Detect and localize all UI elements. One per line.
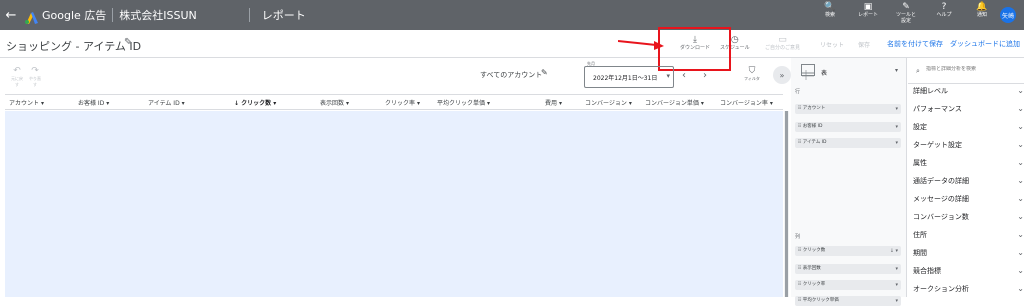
table-body[interactable] [5, 111, 783, 297]
undo-icon: ↶ [13, 66, 21, 76]
redo-icon: ↷ [31, 66, 39, 76]
google-ads-logo-icon [24, 9, 38, 24]
category-performance[interactable]: パフォーマンス ⌄ [913, 104, 1024, 122]
category-detail-level[interactable]: 詳細レベル ⌄ [913, 86, 1024, 104]
column-chip-impressions[interactable]: ⠿ 表示回数 ▾ [795, 264, 901, 274]
report-toolbar: ↶ 元に戻す ↷ やり直す すべてのアカウント ✎ 先月 2022年12月1日～… [0, 58, 790, 94]
column-header-customer-id[interactable]: お客様 ID ▾ [78, 98, 109, 107]
all-accounts-label[interactable]: すべてのアカウント [480, 70, 542, 80]
filter-label: フィルタ [744, 76, 760, 81]
next-period-chevron-icon[interactable]: › [703, 70, 707, 81]
feedback-label: ご自分のご意見 [765, 45, 801, 51]
columns-section-label: 列 [795, 234, 801, 240]
edit-title-pencil-icon[interactable]: ✎ [124, 37, 132, 48]
column-chip-ctr[interactable]: ⠿ クリック率 ▾ [795, 280, 901, 290]
tools-settings-button[interactable]: ✎ ツールと 設定 [892, 2, 920, 24]
chart-type-value[interactable]: 表 [821, 68, 827, 77]
table-scrollbar[interactable] [784, 111, 789, 297]
divider [248, 8, 250, 22]
column-header-account[interactable]: アカウント ▾ [9, 98, 44, 107]
row-chip-item-id[interactable]: ⠿ アイテム ID ▾ [795, 138, 901, 148]
top-bar: ← Google 広告 株式会社ISSUN レポート 🔍 検索 ▣ レポート ✎… [0, 0, 1024, 30]
reports-title: レポート [261, 9, 306, 22]
category-auction-insights[interactable]: オークション分析 ⌄ [913, 284, 1024, 302]
tools-settings-label: ツールと 設定 [895, 12, 916, 24]
column-header-ctr[interactable]: クリック率 ▾ [385, 98, 420, 107]
notifications-button[interactable]: 🔔 通知 [968, 2, 996, 24]
column-header-cost-per-conversion[interactable]: コンバージョン単価 ▾ [645, 98, 704, 107]
avatar[interactable]: 矢崎 [1000, 7, 1016, 23]
help-button[interactable]: ? ヘルプ [930, 2, 958, 24]
bell-icon: 🔔 [976, 2, 988, 12]
wrench-icon: ✎ [902, 2, 910, 12]
save-as-link[interactable]: 名前を付けて保存 [887, 39, 943, 49]
scrollbar-thumb[interactable] [785, 111, 788, 297]
metrics-search-input[interactable] [926, 66, 1016, 72]
divider [908, 83, 1024, 84]
brand-name: Google 広告 [42, 9, 107, 22]
date-range-picker[interactable]: 2022年12月1日～31日 ▾ [584, 66, 674, 88]
category-targeting[interactable]: ターゲット設定 ⌄ [913, 140, 1024, 158]
edit-accounts-pencil-icon[interactable]: ✎ [541, 68, 548, 77]
account-name[interactable]: 株式会社ISSUN [119, 7, 197, 23]
redo-button[interactable]: ↷ やり直す [28, 66, 42, 88]
divider [112, 8, 114, 22]
back-arrow-icon[interactable]: ← [0, 8, 22, 23]
filter-funnel-icon: ⛉ [748, 66, 756, 76]
rows-section-label: 行 [795, 89, 801, 95]
undo-button[interactable]: ↶ 元に戻す [10, 66, 24, 88]
search-tool-label: 検索 [824, 12, 835, 18]
chevron-down-icon[interactable]: ▾ [895, 67, 898, 74]
column-chip-avg-cpc[interactable]: ⠿ 平均クリック単価 ▾ [795, 296, 901, 306]
reset-button[interactable]: リセット [820, 40, 844, 49]
metrics-panel: ⌕ 詳細レベル⌄ パフォーマンス⌄ 設定⌄ ターゲット設定⌄ 属性⌄ 通話データ… [908, 58, 1024, 297]
table-type-icon[interactable] [801, 64, 815, 80]
reports-tool-button[interactable]: ▣ レポート [854, 2, 882, 24]
table-header: アカウント ▾ お客様 ID ▾ アイテム ID ▾ ↓ クリック数 ▾ 表示回… [5, 94, 783, 110]
help-icon: ? [941, 2, 947, 12]
feedback-button[interactable]: ▭ ご自分のご意見 [765, 36, 800, 52]
column-header-clicks[interactable]: ↓ クリック数 ▾ [234, 98, 276, 107]
page-title: ショッピング - アイテム ID [6, 40, 142, 53]
category-competitive-metrics[interactable]: 競合指標 ⌄ [913, 266, 1024, 284]
search-tool-button[interactable]: 🔍 検索 [816, 2, 844, 24]
search-icon: ⌕ [916, 67, 920, 75]
category-address[interactable]: 住所 ⌄ [913, 230, 1024, 248]
feedback-icon: ▭ [778, 35, 787, 45]
row-chip-customer-id[interactable]: ⠿ お客様 ID ▾ [795, 122, 901, 132]
previous-period-chevron-icon[interactable]: ‹ [682, 70, 686, 81]
reports-icon: ▣ [863, 2, 873, 12]
category-message-details[interactable]: メッセージの詳細 ⌄ [913, 194, 1024, 212]
column-header-conversion-rate[interactable]: コンバージョン率 ▾ [720, 98, 773, 107]
date-range-value: 2022年12月1日～31日 [593, 75, 658, 82]
filter-button[interactable]: ⛉ フィルタ [744, 66, 760, 82]
category-period[interactable]: 期間 ⌄ [913, 248, 1024, 266]
column-header-impressions[interactable]: 表示回数 ▾ [320, 98, 349, 107]
chevron-down-icon: ▾ [666, 72, 670, 80]
column-chip-clicks[interactable]: ⠿ クリック数 ↓ ▾ [795, 246, 901, 256]
redo-label: やり直す [29, 76, 41, 87]
report-config-panel: 表 ▾ 行 ⠿ アカウント ▾ ⠿ お客様 ID ▾ ⠿ アイテム ID ▾ 列 ⠿ … [791, 58, 907, 306]
undo-label: 元に戻す [11, 76, 23, 87]
notifications-label: 通知 [976, 12, 987, 18]
help-label: ヘルプ [936, 12, 952, 18]
category-call-details[interactable]: 通話データの詳細 ⌄ [913, 176, 1024, 194]
category-conversions[interactable]: コンバージョン数 ⌄ [913, 212, 1024, 230]
category-settings[interactable]: 設定 ⌄ [913, 122, 1024, 140]
schedule-clock-icon: ◷ [730, 35, 739, 45]
search-icon: 🔍 [824, 2, 836, 12]
column-header-cost[interactable]: 費用 ▾ [545, 98, 562, 107]
column-header-conversions[interactable]: コンバージョン ▾ [585, 98, 632, 107]
row-chip-account[interactable]: ⠿ アカウント ▾ [795, 104, 901, 114]
expand-panel-icon[interactable]: » [773, 66, 791, 84]
category-attributes[interactable]: 属性 ⌄ [913, 158, 1024, 176]
save-button[interactable]: 保存 [858, 40, 870, 49]
reports-tool-label: レポート [857, 12, 878, 18]
report-header: ショッピング - アイテム ID ✎ ⤓ ダウンロード ◷ スケジュール ▭ ご… [0, 30, 1024, 58]
add-to-dashboard-link[interactable]: ダッシュボードに追加 [950, 39, 1020, 49]
column-header-avg-cpc[interactable]: 平均クリック単価 ▾ [437, 98, 490, 107]
column-header-item-id[interactable]: アイテム ID ▾ [148, 98, 185, 107]
sort-down-icon: ↓ [889, 248, 894, 254]
top-tools: 🔍 検索 ▣ レポート ✎ ツールと 設定 ? ヘルプ 🔔 通知 [816, 2, 996, 24]
